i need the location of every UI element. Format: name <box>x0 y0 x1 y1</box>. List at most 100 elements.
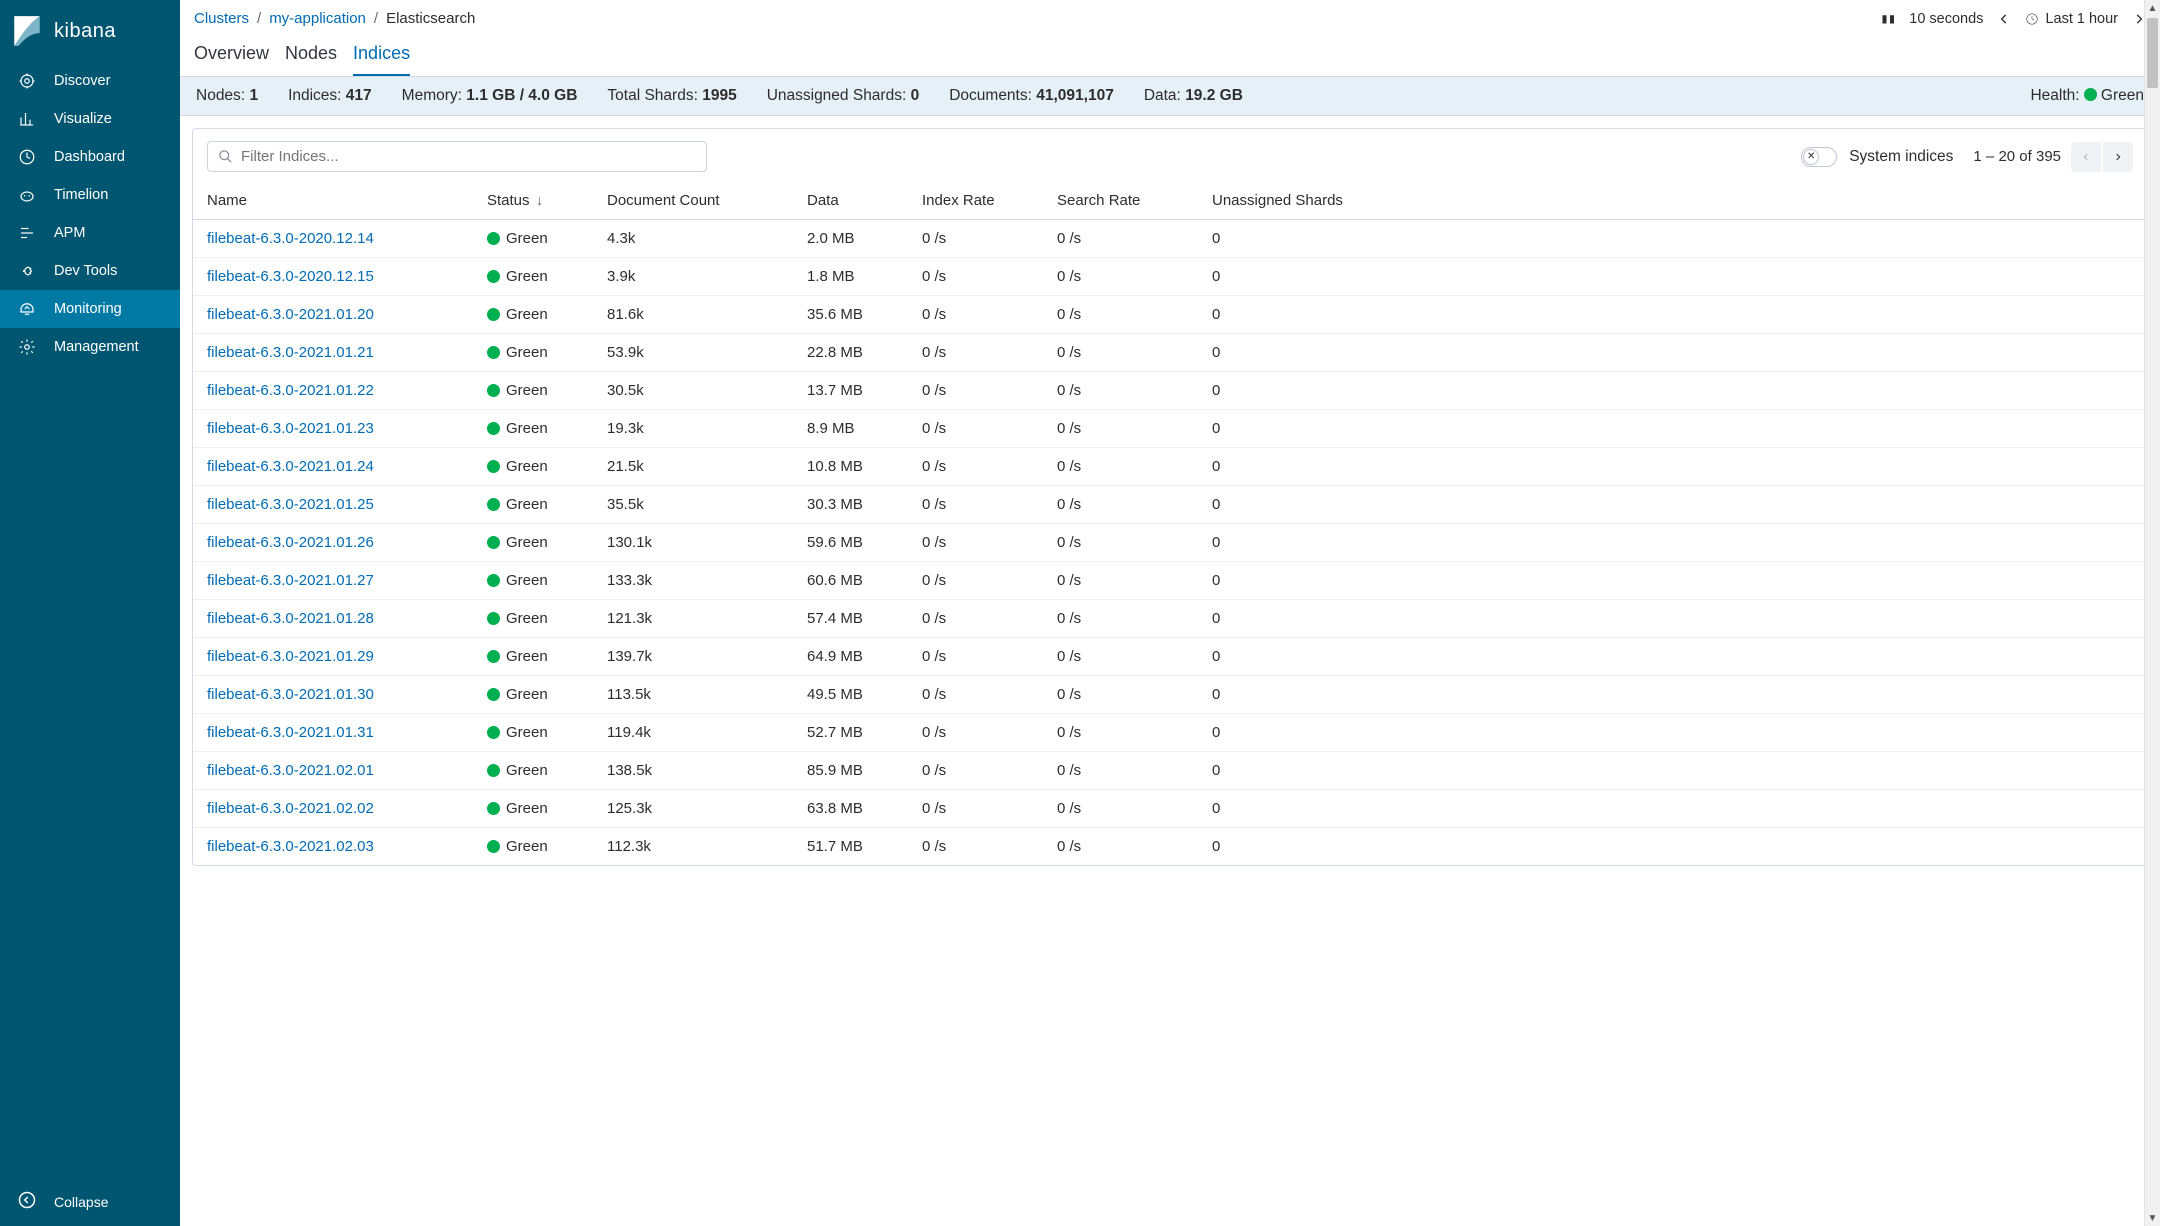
sidebar-item-dashboard[interactable]: Dashboard <box>0 138 180 176</box>
index-link[interactable]: filebeat-6.3.0-2021.01.23 <box>207 420 374 437</box>
system-indices-switch[interactable]: ✕ <box>1801 147 1837 167</box>
cell-data: 51.7 MB <box>793 828 908 866</box>
cell-name: filebeat-6.3.0-2020.12.14 <box>193 220 473 258</box>
breadcrumb-cluster-name[interactable]: my-application <box>269 10 366 27</box>
nav-list: DiscoverVisualizeDashboardTimelionAPMDev… <box>0 62 180 1179</box>
sidebar-item-visualize[interactable]: Visualize <box>0 100 180 138</box>
cell-index-rate: 0 /s <box>908 220 1043 258</box>
index-link[interactable]: filebeat-6.3.0-2021.01.21 <box>207 344 374 361</box>
stat-nodes: Nodes: 1 <box>196 87 258 105</box>
index-link[interactable]: filebeat-6.3.0-2021.01.20 <box>207 306 374 323</box>
pagination-label: 1 – 20 of 395 <box>1973 148 2061 165</box>
cell-unassigned: 0 <box>1198 828 2147 866</box>
col-header-status[interactable]: Status ↓ <box>473 184 593 220</box>
cell-status: Green <box>473 334 593 372</box>
col-header-unassigned-shards[interactable]: Unassigned Shards <box>1198 184 2147 220</box>
index-link[interactable]: filebeat-6.3.0-2021.01.28 <box>207 610 374 627</box>
index-link[interactable]: filebeat-6.3.0-2021.02.01 <box>207 762 374 779</box>
time-prev-button[interactable] <box>1997 12 2011 26</box>
cell-status: Green <box>473 524 593 562</box>
brand-name: kibana <box>54 20 116 43</box>
cell-unassigned: 0 <box>1198 524 2147 562</box>
cell-index-rate: 0 /s <box>908 486 1043 524</box>
index-link[interactable]: filebeat-6.3.0-2021.01.22 <box>207 382 374 399</box>
sidebar-item-discover[interactable]: Discover <box>0 62 180 100</box>
cell-data: 64.9 MB <box>793 638 908 676</box>
index-link[interactable]: filebeat-6.3.0-2021.02.03 <box>207 838 374 855</box>
page-prev-button[interactable] <box>2071 142 2101 172</box>
cell-status: Green <box>473 372 593 410</box>
index-link[interactable]: filebeat-6.3.0-2020.12.15 <box>207 268 374 285</box>
cell-index-rate: 0 /s <box>908 638 1043 676</box>
sidebar-item-timelion[interactable]: Timelion <box>0 176 180 214</box>
collapse-icon <box>18 1191 36 1212</box>
scroll-thumb[interactable] <box>2147 18 2158 88</box>
sidebar-item-monitoring[interactable]: Monitoring <box>0 290 180 328</box>
cell-index-rate: 0 /s <box>908 372 1043 410</box>
sidebar-item-management[interactable]: Management <box>0 328 180 366</box>
index-link[interactable]: filebeat-6.3.0-2021.02.02 <box>207 800 374 817</box>
vertical-scrollbar[interactable]: ▲ ▼ <box>2144 0 2160 1226</box>
status-dot-icon <box>487 802 500 815</box>
index-link[interactable]: filebeat-6.3.0-2021.01.31 <box>207 724 374 741</box>
index-link[interactable]: filebeat-6.3.0-2021.01.26 <box>207 534 374 551</box>
list-icon <box>18 224 36 242</box>
status-dot-icon <box>487 650 500 663</box>
sidebar-item-apm[interactable]: APM <box>0 214 180 252</box>
status-dot-icon <box>487 270 500 283</box>
cell-unassigned: 0 <box>1198 790 2147 828</box>
refresh-interval-button[interactable]: 10 seconds <box>1909 11 1983 27</box>
index-link[interactable]: filebeat-6.3.0-2021.01.25 <box>207 496 374 513</box>
index-link[interactable]: filebeat-6.3.0-2021.01.24 <box>207 458 374 475</box>
status-dot-icon <box>487 726 500 739</box>
panel-toolbar: ✕ System indices 1 – 20 of 395 <box>193 129 2147 184</box>
cell-document-count: 113.5k <box>593 676 793 714</box>
filter-indices-input-wrapper[interactable] <box>207 141 707 172</box>
pagination: 1 – 20 of 395 <box>1973 142 2133 172</box>
col-header-index-rate[interactable]: Index Rate <box>908 184 1043 220</box>
cell-search-rate: 0 /s <box>1043 220 1198 258</box>
index-link[interactable]: filebeat-6.3.0-2020.12.14 <box>207 230 374 247</box>
index-link[interactable]: filebeat-6.3.0-2021.01.29 <box>207 648 374 665</box>
cell-unassigned: 0 <box>1198 258 2147 296</box>
col-header-search-rate[interactable]: Search Rate <box>1043 184 1198 220</box>
tab-indices[interactable]: Indices <box>353 35 410 76</box>
table-row: filebeat-6.3.0-2021.01.22Green30.5k13.7 … <box>193 372 2147 410</box>
table-row: filebeat-6.3.0-2021.01.20Green81.6k35.6 … <box>193 296 2147 334</box>
filter-indices-input[interactable] <box>241 148 696 165</box>
pause-refresh-button[interactable]: ▮▮ <box>1880 11 1895 27</box>
cell-status: Green <box>473 486 593 524</box>
status-dot-icon <box>487 460 500 473</box>
time-range-button[interactable]: Last 1 hour <box>2025 11 2118 27</box>
switch-off-icon: ✕ <box>1803 149 1819 165</box>
col-header-document-count[interactable]: Document Count <box>593 184 793 220</box>
breadcrumb-clusters[interactable]: Clusters <box>194 10 249 27</box>
sidebar-item-dev-tools[interactable]: Dev Tools <box>0 252 180 290</box>
cell-search-rate: 0 /s <box>1043 638 1198 676</box>
cell-name: filebeat-6.3.0-2021.02.03 <box>193 828 473 866</box>
tab-nodes[interactable]: Nodes <box>285 35 337 76</box>
page-next-button[interactable] <box>2103 142 2133 172</box>
tab-overview[interactable]: Overview <box>194 35 269 76</box>
main: Clusters / my-application / Elasticsearc… <box>180 0 2160 1226</box>
wrench-icon <box>18 262 36 280</box>
stat-indices: Indices: 417 <box>288 87 372 105</box>
cell-name: filebeat-6.3.0-2021.02.01 <box>193 752 473 790</box>
col-header-name[interactable]: Name <box>193 184 473 220</box>
cell-unassigned: 0 <box>1198 714 2147 752</box>
collapse-label: Collapse <box>54 1194 108 1210</box>
scroll-up-icon: ▲ <box>2145 0 2160 16</box>
brand[interactable]: kibana <box>0 0 180 62</box>
col-header-data[interactable]: Data <box>793 184 908 220</box>
cell-data: 1.8 MB <box>793 258 908 296</box>
cell-index-rate: 0 /s <box>908 752 1043 790</box>
cell-index-rate: 0 /s <box>908 296 1043 334</box>
table-row: filebeat-6.3.0-2020.12.15Green3.9k1.8 MB… <box>193 258 2147 296</box>
cell-index-rate: 0 /s <box>908 524 1043 562</box>
index-link[interactable]: filebeat-6.3.0-2021.01.27 <box>207 572 374 589</box>
status-dot-icon <box>487 612 500 625</box>
stat-health: Health: Green <box>2030 87 2144 105</box>
index-link[interactable]: filebeat-6.3.0-2021.01.30 <box>207 686 374 703</box>
cell-index-rate: 0 /s <box>908 714 1043 752</box>
collapse-button[interactable]: Collapse <box>0 1179 180 1226</box>
